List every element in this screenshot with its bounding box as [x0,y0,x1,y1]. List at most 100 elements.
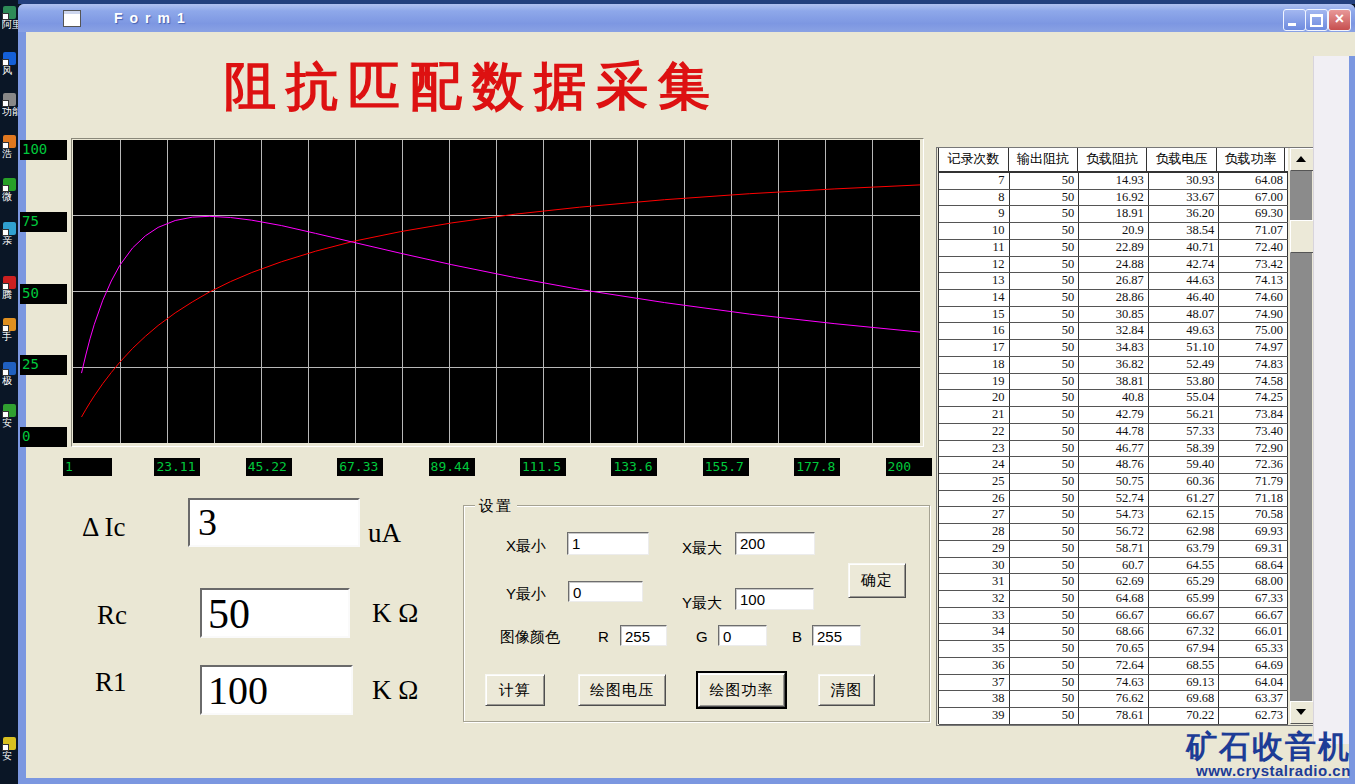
table-row[interactable]: 385076.6269.6863.37 [939,691,1288,708]
table-row[interactable]: 215042.7956.2173.84 [939,407,1288,424]
data-table: 记录次数输出阻抗负载阻抗负载电压负载功率 75014.9330.9364.088… [936,147,1314,726]
rc-label: Rc [97,600,127,631]
desktop-icon-image [3,362,16,375]
table-cell: 67.33 [1219,591,1288,607]
desktop-icon-image [3,52,16,65]
calculate-button[interactable]: 计算 [485,674,545,706]
table-row[interactable]: 305060.764.5568.64 [939,558,1288,575]
desktop-icon[interactable]: 安 [0,404,18,428]
table-row[interactable]: 165032.8449.6375.00 [939,323,1288,340]
titlebar[interactable]: Form1 × [18,4,1355,32]
ok-button[interactable]: 确定 [848,563,906,598]
x-max-input[interactable]: 200 [735,532,815,555]
table-row[interactable]: 175034.8351.1074.97 [939,340,1288,357]
table-row[interactable]: 125024.8842.7473.42 [939,257,1288,274]
r-input[interactable]: 255 [620,625,667,646]
desktop-icon[interactable]: 亲 [0,222,18,246]
table-cell: 16 [939,323,1010,339]
table-row[interactable]: 395078.6170.2262.73 [939,708,1288,725]
table-row[interactable]: 285056.7262.9869.93 [939,524,1288,541]
table-cell: 78.61 [1079,708,1149,724]
rc-input[interactable]: 50 [200,588,350,638]
r1-input[interactable]: 100 [200,665,353,715]
desktop-icon[interactable]: 腾 [0,276,18,300]
table-row[interactable]: 135026.8744.6374.13 [939,273,1288,290]
y-max-input[interactable]: 100 [735,588,814,610]
screen: 阿里风功能浩微亲腾手极安安 Form1 × 阻抗匹配数据采集 100755025… [0,0,1355,784]
table-cell: 30.93 [1149,173,1220,189]
table-row[interactable]: 145028.8646.4074.60 [939,290,1288,307]
table-scrollbar[interactable] [1290,148,1312,724]
desktop-icon-label: 亲 [2,235,18,246]
background-window-border [1349,56,1355,778]
desktop-strip: 阿里风功能浩微亲腾手极安安 [0,0,18,784]
table-cell: 59.40 [1149,457,1220,473]
table-row[interactable]: 325064.6865.9967.33 [939,591,1288,608]
table-row[interactable]: 85016.9233.6767.00 [939,190,1288,207]
table-row[interactable]: 235046.7758.3972.90 [939,441,1288,458]
table-row[interactable]: 345068.6667.3266.01 [939,624,1288,641]
delta-ic-input[interactable]: 3 [188,498,360,547]
table-row[interactable]: 195038.8153.8074.58 [939,374,1288,391]
g-label: G [696,628,708,645]
table-row[interactable]: 245048.7659.4072.36 [939,457,1288,474]
table-row[interactable]: 365072.6468.5564.69 [939,658,1288,675]
table-cell: 44.78 [1079,424,1149,440]
table-row[interactable]: 265052.7461.2771.18 [939,491,1288,508]
clear-button[interactable]: 清图 [818,674,875,706]
minimize-button[interactable] [1283,9,1306,31]
desktop-icon[interactable]: 微 [0,178,18,202]
desktop-icon[interactable]: 阿里 [0,6,18,30]
table-row[interactable]: 205040.855.0474.25 [939,390,1288,407]
table-row[interactable]: 225044.7857.3373.40 [939,424,1288,441]
table-row[interactable]: 95018.9136.2069.30 [939,206,1288,223]
table-row[interactable]: 105020.938.5471.07 [939,223,1288,240]
desktop-icon[interactable]: 风 [0,52,18,76]
desktop-icon[interactable]: 极 [0,362,18,386]
plot-power-button[interactable]: 绘图功率 [698,673,785,707]
table-cell: 71.79 [1219,474,1288,490]
x-tick-label: 89.44 [429,458,475,476]
column-header[interactable]: 负载阻抗 [1078,148,1147,171]
table-cell: 44.63 [1149,273,1220,289]
desktop-icon[interactable]: 功能 [0,93,18,117]
scroll-up-button[interactable] [1290,148,1314,171]
table-row[interactable]: 335066.6766.6766.67 [939,608,1288,625]
desktop-icon-label: 手 [2,331,18,342]
scroll-down-button[interactable] [1290,701,1314,724]
table-row[interactable]: 115022.8940.7172.40 [939,240,1288,257]
table-row[interactable]: 355070.6567.9465.33 [939,641,1288,658]
g-input[interactable]: 0 [718,625,767,646]
desktop-icon[interactable]: 安 [0,737,18,761]
table-row[interactable]: 255050.7560.3671.79 [939,474,1288,491]
y-min-input[interactable]: 0 [568,581,643,602]
b-input[interactable]: 255 [812,625,861,646]
scrollbar-thumb[interactable] [1290,220,1314,253]
table-cell: 69.93 [1219,524,1288,540]
table-row[interactable]: 75014.9330.9364.08 [939,173,1288,190]
table-row[interactable]: 315062.6965.2968.00 [939,574,1288,591]
table-row[interactable]: 185036.8252.4974.83 [939,357,1288,374]
y-tick-label: 50 [20,284,67,304]
maximize-button[interactable] [1305,9,1328,31]
desktop-icon[interactable]: 手 [0,318,18,342]
table-row[interactable]: 295058.7163.7969.31 [939,541,1288,558]
background-window-sliver [1313,56,1350,744]
table-cell: 36.82 [1079,357,1149,373]
table-cell: 25 [939,474,1010,490]
desktop-icon[interactable]: 浩 [0,135,18,159]
table-row[interactable]: 155030.8548.0774.90 [939,307,1288,324]
column-header[interactable]: 负载电压 [1147,148,1217,171]
table-row[interactable]: 275054.7362.1570.58 [939,507,1288,524]
table-row[interactable]: 375074.6369.1364.04 [939,675,1288,692]
table-cell: 23 [939,441,1010,457]
column-header[interactable]: 记录次数 [939,148,1009,171]
plot-voltage-button[interactable]: 绘图电压 [578,674,666,706]
window-title: Form1 [114,10,192,26]
column-header[interactable]: 负载功率 [1217,148,1285,171]
rc-unit: K Ω [372,598,418,629]
column-header[interactable]: 输出阻抗 [1009,148,1078,171]
x-min-input[interactable]: 1 [567,532,649,555]
close-button[interactable]: × [1328,9,1351,31]
table-cell: 49.63 [1149,323,1220,339]
